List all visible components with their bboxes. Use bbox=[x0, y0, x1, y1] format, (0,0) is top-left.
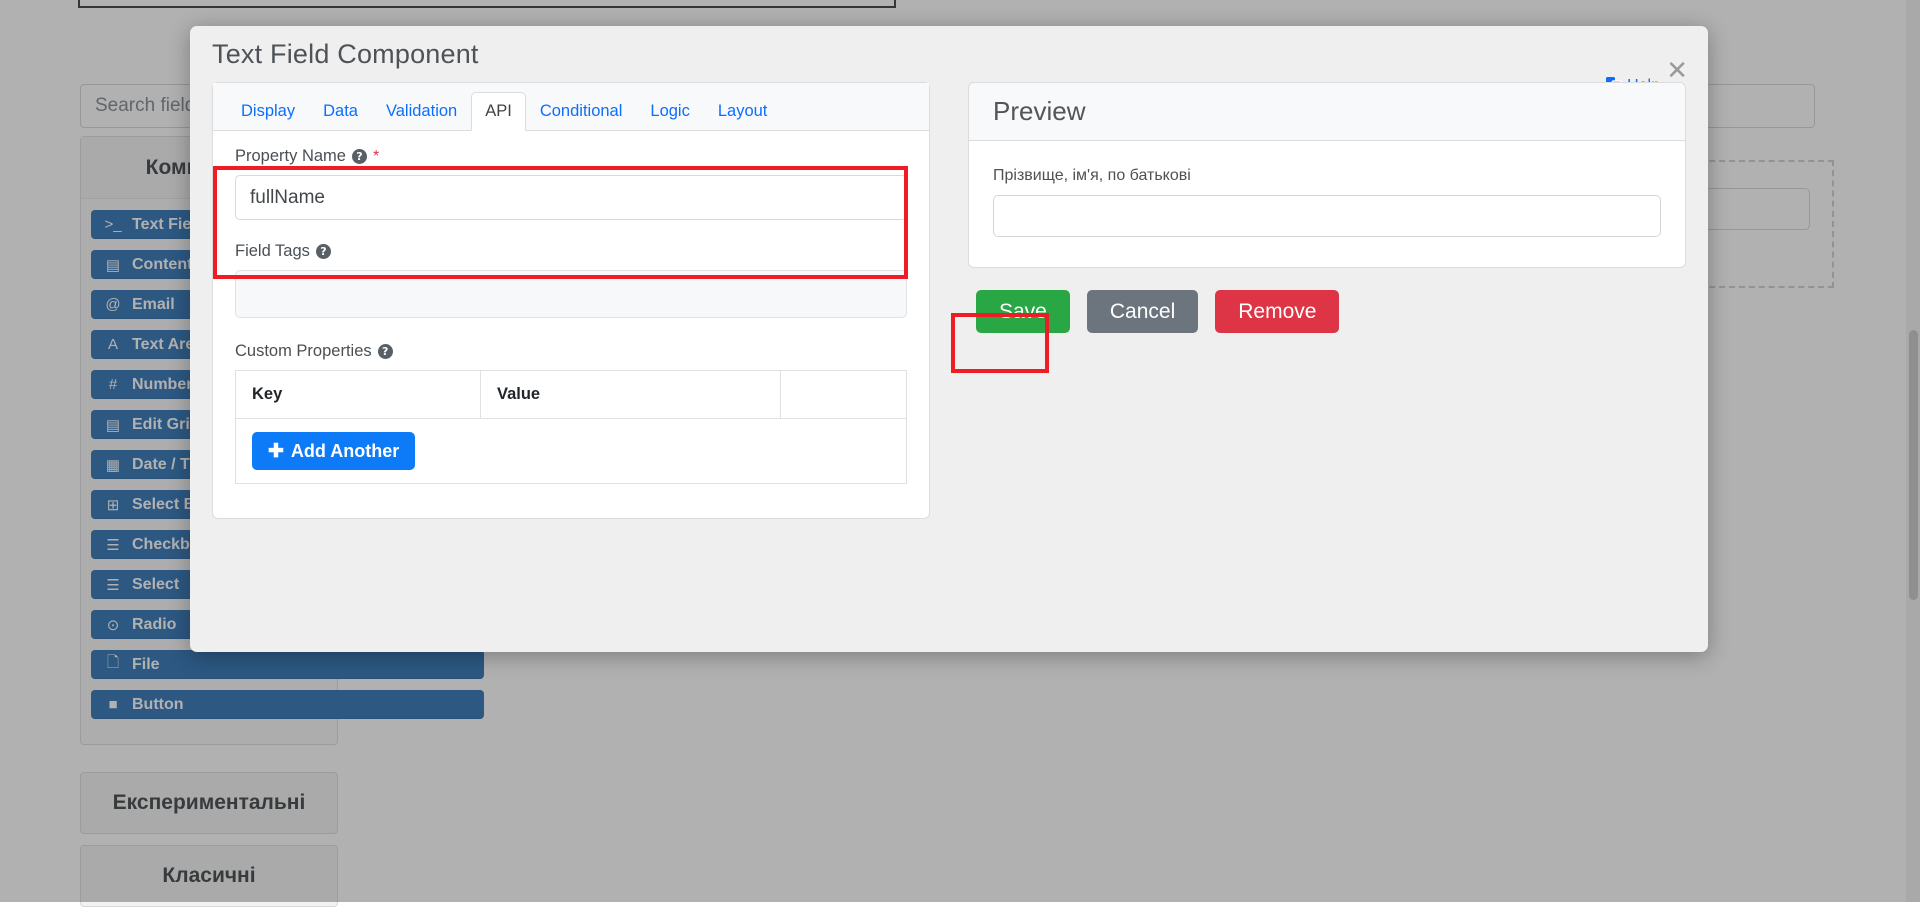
tab-layout[interactable]: Layout bbox=[704, 92, 782, 131]
question-mark-icon[interactable]: ? bbox=[316, 244, 331, 259]
component-settings-modal: Text Field Component Help ✕ DisplayDataV… bbox=[190, 26, 1708, 652]
property-name-input[interactable] bbox=[235, 175, 907, 220]
required-marker: * bbox=[373, 148, 379, 166]
plus-icon: ✚ bbox=[268, 440, 284, 463]
add-another-button[interactable]: ✚ Add Another bbox=[252, 432, 415, 470]
cancel-button[interactable]: Cancel bbox=[1087, 290, 1198, 333]
custom-properties-label: Custom Properties ? bbox=[235, 342, 907, 361]
tab-api[interactable]: API bbox=[471, 92, 526, 131]
api-tab-content: Property Name ? * Field Tags ? Custo bbox=[213, 131, 929, 518]
property-name-label: Property Name ? * bbox=[235, 147, 907, 166]
column-header-value: Value bbox=[481, 371, 781, 419]
preview-panel: Preview Прізвище, ім'я, по батькові bbox=[968, 82, 1686, 268]
close-icon[interactable]: ✕ bbox=[1666, 58, 1688, 84]
add-another-label: Add Another bbox=[291, 441, 399, 462]
column-header-actions bbox=[781, 371, 907, 419]
table-header-row: Key Value bbox=[236, 371, 907, 419]
modal-header: Text Field Component Help ✕ bbox=[190, 26, 1708, 88]
preview-body: Прізвище, ім'я, по батькові bbox=[969, 141, 1685, 267]
tab-data[interactable]: Data bbox=[309, 92, 372, 131]
add-another-cell: ✚ Add Another bbox=[236, 419, 907, 484]
tab-validation[interactable]: Validation bbox=[372, 92, 471, 131]
question-mark-icon[interactable]: ? bbox=[352, 149, 367, 164]
preview-title: Preview bbox=[969, 83, 1685, 141]
modal-body: DisplayDataValidationAPIConditionalLogic… bbox=[190, 82, 1708, 519]
modal-action-buttons: Save Cancel Remove bbox=[968, 290, 1686, 333]
preview-column: Preview Прізвище, ім'я, по батькові Save… bbox=[968, 82, 1686, 519]
preview-text-input[interactable] bbox=[993, 195, 1661, 237]
field-tags-input[interactable] bbox=[235, 270, 907, 318]
settings-panel: DisplayDataValidationAPIConditionalLogic… bbox=[212, 82, 930, 519]
page-title: Text Field Component bbox=[212, 39, 1688, 70]
table-row-add: ✚ Add Another bbox=[236, 419, 907, 484]
tab-conditional[interactable]: Conditional bbox=[526, 92, 637, 131]
save-button[interactable]: Save bbox=[976, 290, 1070, 333]
question-mark-icon[interactable]: ? bbox=[378, 344, 393, 359]
custom-properties-table: Key Value ✚ Add Another bbox=[235, 370, 907, 484]
preview-field-label: Прізвище, ім'я, по батькові bbox=[993, 167, 1661, 185]
tab-display[interactable]: Display bbox=[227, 92, 309, 131]
settings-tabbar: DisplayDataValidationAPIConditionalLogic… bbox=[213, 83, 929, 131]
tab-logic[interactable]: Logic bbox=[636, 92, 703, 131]
column-header-key: Key bbox=[236, 371, 481, 419]
field-tags-label: Field Tags ? bbox=[235, 242, 907, 261]
remove-button[interactable]: Remove bbox=[1215, 290, 1339, 333]
